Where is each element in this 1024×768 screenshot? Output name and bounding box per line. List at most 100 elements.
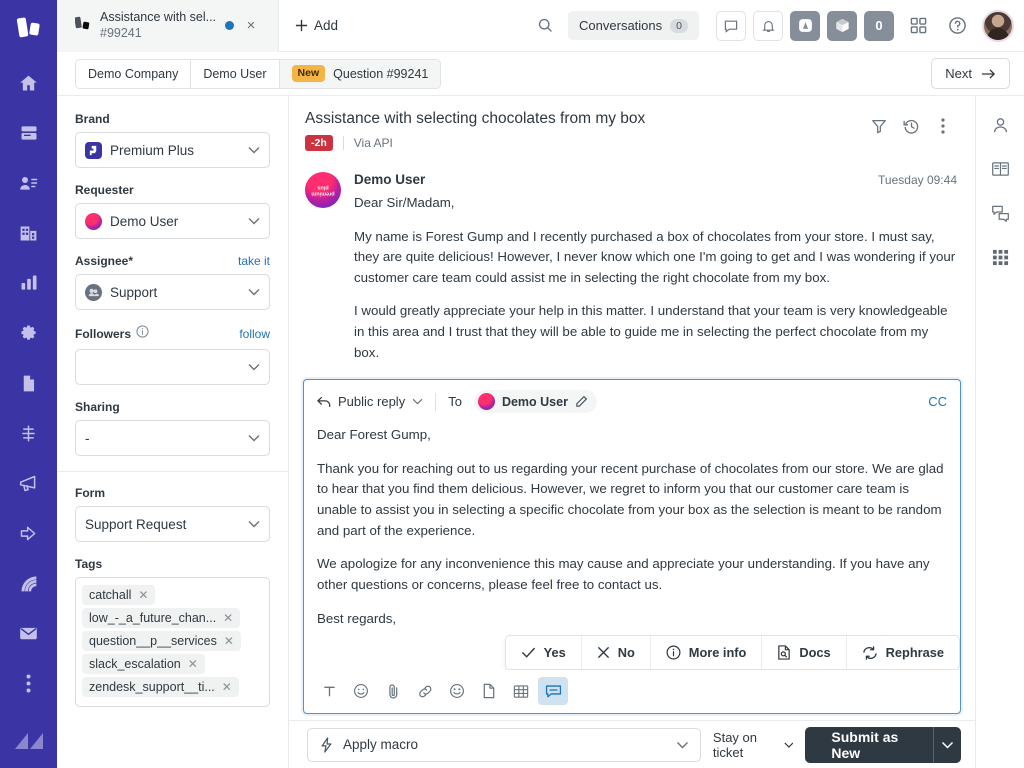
breadcrumb-item-current[interactable]: New Question #99241 [279,59,441,88]
cc-button[interactable]: CC [928,394,947,409]
form-label: Form [75,486,105,500]
right-rail [975,96,1024,768]
form-field-head: Form [75,486,270,500]
organizations-icon[interactable] [9,213,49,253]
envelope-icon[interactable] [9,613,49,653]
assignee-field: Assignee* take it Support [75,254,270,310]
requester-select[interactable]: Demo User [75,203,270,239]
views-icon[interactable] [9,113,49,153]
breadcrumb-item-user[interactable]: Demo User [191,59,280,88]
ai-docs-button[interactable]: Docs [762,636,847,669]
file-icon[interactable] [474,677,504,705]
emoji-icon[interactable] [442,677,472,705]
signal-icon[interactable] [9,563,49,603]
left-nav-rail [0,0,57,768]
chat-icon[interactable] [716,10,746,41]
followers-select[interactable] [75,349,270,385]
apps-box-icon[interactable] [827,10,857,41]
info-icon[interactable] [136,325,149,343]
sharing-select[interactable]: - [75,420,270,456]
ai-no-button[interactable]: No [581,636,651,669]
products-grid-icon[interactable] [903,11,933,41]
table-icon[interactable] [506,677,536,705]
tags-field-head: Tags [75,557,270,571]
zero-badge-icon[interactable]: 0 [864,10,894,41]
message-avatar: premium plus [305,172,341,208]
customers-icon[interactable] [9,163,49,203]
active-ticket-tab[interactable]: Assistance with sel... #99241 × [57,0,279,52]
tag-item: slack_escalation ✕ [82,654,205,674]
form-select[interactable]: Support Request [75,506,270,542]
search-icon[interactable] [523,17,568,34]
assignee-select[interactable]: Support [75,274,270,310]
emoji-outline-icon[interactable] [346,677,376,705]
reporting-icon[interactable] [9,263,49,303]
composer-body[interactable]: Dear Forest Gump, Thank you for reaching… [304,421,960,670]
help-icon[interactable] [942,11,972,41]
home-icon[interactable] [9,63,49,103]
more-vertical-icon[interactable] [9,663,49,703]
ai-more-info-button[interactable]: More info [650,636,763,669]
brand-value: Premium Plus [110,142,195,158]
conversations-icon[interactable] [983,196,1017,230]
tag-remove-icon[interactable]: ✕ [188,657,198,671]
follow-link[interactable]: follow [239,327,270,341]
text-format-icon[interactable] [314,677,344,705]
user-avatar[interactable] [982,9,1014,42]
conversations-label: Conversations [579,18,663,33]
comment-bubble-icon[interactable] [538,677,568,705]
status-badge: New [291,65,326,82]
assignee-field-head: Assignee* take it [75,254,270,268]
tag-remove-icon[interactable]: ✕ [138,588,148,602]
knowledge-book-icon[interactable] [983,152,1017,186]
tab-title: Assistance with sel... [100,9,217,24]
ticket-header-texts: Assistance with selecting chocolates fro… [305,110,865,151]
reply-composer[interactable]: Public reply To Demo User CC Dear Forest… [303,379,961,714]
apps-grid-icon[interactable] [983,240,1017,274]
filter-icon[interactable] [865,112,893,140]
workflow-icon[interactable] [9,413,49,453]
add-button[interactable]: Add [279,0,354,52]
ai-yes-button[interactable]: Yes [505,636,582,669]
tag-remove-icon[interactable]: ✕ [223,611,233,625]
ai-no-label: No [617,645,635,660]
ai-rephrase-button[interactable]: Rephrase [846,636,959,669]
bell-icon[interactable] [753,10,783,41]
ai-rephrase-label: Rephrase [885,645,944,660]
megaphone-icon[interactable] [9,463,49,503]
reply-channel-select[interactable]: Public reply [317,394,423,409]
brand-select[interactable]: Premium Plus [75,132,270,168]
settings-icon[interactable] [9,313,49,353]
tag-remove-icon[interactable]: ✕ [222,680,232,694]
recipient-pill[interactable]: Demo User [473,390,597,414]
submit-button[interactable]: Submit as New [805,726,934,763]
zendesk-logo[interactable] [0,728,57,754]
doc-search-icon [778,645,791,660]
breadcrumb-current-label: Question #99241 [333,66,429,81]
tags-input[interactable]: catchall ✕ low_-_a_future_chan... ✕ questi… [75,577,270,707]
next-button[interactable]: Next [931,58,1010,89]
zero-badge-label: 0 [875,18,883,33]
brand-field: Brand Premium Plus [75,112,270,168]
composer-paragraph: Best regards, [317,610,397,626]
share-arrow-icon[interactable] [9,513,49,553]
conversations-pill[interactable]: Conversations 0 [568,11,699,40]
take-it-link[interactable]: take it [238,254,270,268]
link-icon[interactable] [410,677,440,705]
breadcrumb-item-company[interactable]: Demo Company [76,59,192,88]
ai-yes-label: Yes [543,645,566,660]
next-button-label: Next [945,66,972,81]
chevron-down-icon [248,435,260,442]
user-icon[interactable] [983,108,1017,142]
document-icon[interactable] [9,363,49,403]
apply-macro-select[interactable]: Apply macro [307,727,701,762]
tag-remove-icon[interactable]: ✕ [224,634,234,648]
more-vertical-icon[interactable] [929,112,957,140]
chevron-down-icon [784,742,793,748]
submit-dropdown-button[interactable] [933,726,961,763]
stay-on-ticket-select[interactable]: Stay on ticket [713,730,793,760]
tab-close-icon[interactable]: × [243,17,259,34]
attachment-icon[interactable] [378,677,408,705]
guide-icon[interactable] [790,10,820,41]
history-icon[interactable] [897,112,925,140]
